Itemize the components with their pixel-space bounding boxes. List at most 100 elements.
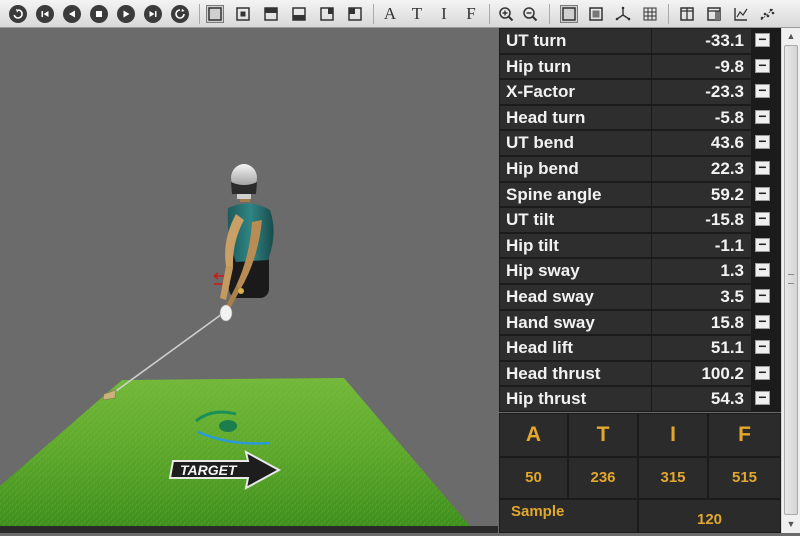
metric-row-ut-turn: UT turn -33.1 − xyxy=(499,28,781,54)
metric-value: 22.3 xyxy=(652,157,751,181)
metric-name: Hip sway xyxy=(500,259,651,283)
frame-bottom-icon[interactable] xyxy=(290,5,308,23)
metric-row-hip-thrust: Hip thrust 54.3 − xyxy=(499,386,781,412)
metric-value: 15.8 xyxy=(652,310,751,335)
metric-row-hip-tilt: Hip tilt -1.1 − xyxy=(499,233,781,259)
collapse-button[interactable]: − xyxy=(755,237,770,252)
collapse-button[interactable]: − xyxy=(755,314,770,329)
grass-mat xyxy=(0,378,470,526)
metric-value: -5.8 xyxy=(652,105,751,130)
metric-row-hip-sway: Hip sway 1.3 − xyxy=(499,258,781,284)
3d-viewport[interactable]: TARGET xyxy=(0,28,498,526)
layout-panel-icon[interactable] xyxy=(705,5,723,23)
scene-canvas: TARGET xyxy=(0,164,470,526)
metric-value: -23.3 xyxy=(652,80,751,104)
phase-finish-label[interactable]: F xyxy=(709,414,780,456)
axes-icon[interactable] xyxy=(614,5,632,23)
scrollbar-thumb[interactable] xyxy=(784,45,798,515)
metric-value: -15.8 xyxy=(652,208,751,232)
metric-name: Head sway xyxy=(500,285,651,309)
frame-center-icon[interactable] xyxy=(234,5,252,23)
metric-name: UT bend xyxy=(500,131,651,155)
phase-i-button[interactable]: I xyxy=(435,5,453,23)
collapse-button[interactable]: − xyxy=(755,32,770,47)
refresh-icon[interactable] xyxy=(9,5,27,23)
metric-value: -33.1 xyxy=(652,29,751,53)
metric-row-head-sway: Head sway 3.5 − xyxy=(499,284,781,310)
collapse-button[interactable]: − xyxy=(755,160,770,175)
phase-top-frame: 236 xyxy=(569,458,637,498)
collapse-button[interactable]: − xyxy=(755,390,770,406)
step-forward-icon[interactable] xyxy=(144,5,162,23)
metric-name: Hip tilt xyxy=(500,233,651,258)
play-icon[interactable] xyxy=(117,5,135,23)
stop-icon[interactable] xyxy=(90,5,108,23)
metric-name: Hand sway xyxy=(500,310,651,335)
metric-value: 59.2 xyxy=(652,182,751,207)
sample-value: 120 xyxy=(639,500,780,532)
scatter-icon[interactable] xyxy=(758,5,776,23)
collapse-button[interactable]: − xyxy=(755,365,770,380)
metric-name: UT turn xyxy=(500,29,651,53)
metric-name: Head turn xyxy=(500,105,651,130)
phase-f-button[interactable]: F xyxy=(462,5,480,23)
phase-address-label[interactable]: A xyxy=(500,414,567,456)
metric-row-ut-bend: UT bend 43.6 − xyxy=(499,130,781,156)
chart-icon[interactable] xyxy=(732,5,750,23)
metric-name: X-Factor xyxy=(500,80,651,104)
reset-icon[interactable] xyxy=(171,5,189,23)
frame-full-icon[interactable] xyxy=(206,5,224,23)
view-inset-icon[interactable] xyxy=(587,5,605,23)
collapse-button[interactable]: − xyxy=(755,186,770,201)
step-back-icon[interactable] xyxy=(36,5,54,23)
metric-row-hip-turn: Hip turn -9.8 − xyxy=(499,54,781,80)
metric-row-head-lift: Head lift 51.1 − xyxy=(499,335,781,361)
metric-value: 1.3 xyxy=(652,259,751,283)
frame-left-icon[interactable] xyxy=(346,5,364,23)
metric-value: -1.1 xyxy=(652,233,751,258)
metric-row-hand-sway: Hand sway 15.8 − xyxy=(499,310,781,336)
metric-row-x-factor: X-Factor -23.3 − xyxy=(499,79,781,105)
collapse-button[interactable]: − xyxy=(755,262,770,278)
layout-split-icon[interactable] xyxy=(678,5,696,23)
phase-finish-frame: 515 xyxy=(709,458,780,498)
phase-impact-label[interactable]: I xyxy=(639,414,707,456)
phase-t-button[interactable]: T xyxy=(408,5,426,23)
metric-name: Head lift xyxy=(500,336,651,360)
phase-a-button[interactable]: A xyxy=(381,5,399,23)
vertical-scrollbar[interactable]: ▲ ▼ xyxy=(781,28,800,533)
metric-name: Hip turn xyxy=(500,54,651,79)
scroll-up-icon[interactable]: ▲ xyxy=(783,28,799,44)
zoom-in-icon[interactable] xyxy=(497,5,515,23)
collapse-button[interactable]: − xyxy=(755,83,770,99)
metric-name: Hip bend xyxy=(500,157,651,181)
zoom-out-icon[interactable] xyxy=(521,5,539,23)
collapse-button[interactable]: − xyxy=(755,134,770,150)
scroll-down-icon[interactable]: ▼ xyxy=(783,516,799,532)
phase-address-frame: 50 xyxy=(500,458,567,498)
metrics-panel: UT turn -33.1 − Hip turn -9.8 − X-Factor… xyxy=(499,28,781,412)
toolbar: A T I F xyxy=(0,0,800,28)
target-label: TARGET xyxy=(180,462,238,478)
metric-row-hip-bend: Hip bend 22.3 − xyxy=(499,156,781,182)
phase-impact-frame: 315 xyxy=(639,458,707,498)
collapse-button[interactable]: − xyxy=(755,288,770,303)
metric-row-head-turn: Head turn -5.8 − xyxy=(499,105,781,131)
collapse-button[interactable]: − xyxy=(755,339,770,355)
grid-icon[interactable] xyxy=(641,5,659,23)
frame-right-icon[interactable] xyxy=(318,5,336,23)
sample-label: Sample xyxy=(500,500,637,532)
metric-value: 3.5 xyxy=(652,285,751,309)
metric-name: Head thrust xyxy=(500,361,651,386)
play-reverse-icon[interactable] xyxy=(63,5,81,23)
metric-value: 43.6 xyxy=(652,131,751,155)
collapse-button[interactable]: − xyxy=(755,58,770,73)
swing-phase-panel: A T I F 50 236 315 515 Sample 120 xyxy=(499,413,781,533)
collapse-button[interactable]: − xyxy=(755,109,770,124)
viewport-status-strip xyxy=(0,526,498,533)
phase-top-label[interactable]: T xyxy=(569,414,637,456)
view-box-icon[interactable] xyxy=(560,5,578,23)
metric-row-spine-angle: Spine angle 59.2 − xyxy=(499,182,781,208)
frame-top-icon[interactable] xyxy=(262,5,280,23)
collapse-button[interactable]: − xyxy=(755,211,770,227)
